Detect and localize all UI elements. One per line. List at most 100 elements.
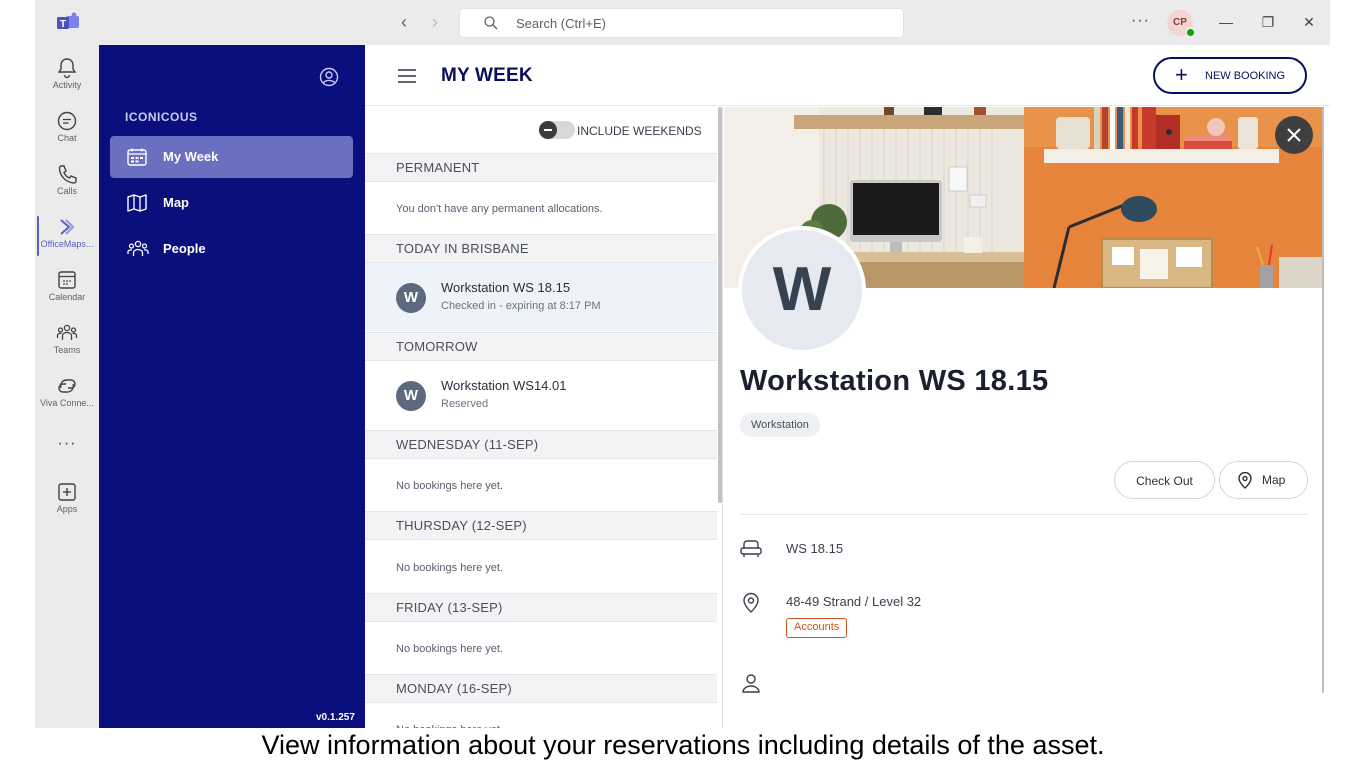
appbar-chat[interactable]: Chat: [35, 104, 99, 154]
phone-icon: [58, 165, 77, 184]
section-header-tomorrow: TOMORROW: [365, 332, 717, 361]
booking-name: Workstation WS 18.15: [441, 280, 571, 295]
viva-icon: [58, 379, 76, 393]
bell-icon: [57, 58, 77, 79]
list-scrollbar[interactable]: [718, 107, 722, 503]
booking-status: Reserved: [441, 398, 489, 410]
page-title: MY WEEK: [441, 65, 533, 86]
section-header-today: TODAY IN BRISBANE: [365, 234, 717, 263]
teams-app-bar: Activity Chat Calls OfficeMaps... Calend…: [35, 45, 99, 728]
section-header-monday: MONDAY (16-SEP): [365, 674, 717, 703]
officemaps-icon: [60, 219, 75, 235]
user-avatar[interactable]: CP: [1167, 10, 1196, 38]
map-button[interactable]: Map: [1219, 461, 1308, 499]
apps-plus-icon: [58, 483, 76, 501]
department-tag: Accounts: [786, 618, 848, 638]
teams-window: T ‹ › ··· CP — ❐ ✕ Activity Chat Calls: [35, 0, 1330, 728]
teams-logo-icon[interactable]: T: [57, 12, 79, 32]
appbar-label: Calendar: [48, 292, 86, 302]
account-icon[interactable]: [319, 67, 339, 87]
sidebar-item-label: Map: [163, 195, 189, 210]
check-out-button[interactable]: Check Out: [1114, 461, 1215, 499]
appbar-teams[interactable]: Teams: [35, 316, 99, 366]
booking-avatar: W: [396, 381, 426, 411]
section-header-wednesday: WEDNESDAY (11-SEP): [365, 430, 717, 459]
appbar-label: Activity: [52, 80, 82, 90]
appbar-label: Chat: [57, 133, 77, 143]
minimize-button[interactable]: —: [1215, 11, 1237, 33]
asset-id: WS 18.15: [786, 541, 844, 556]
appbar-calendar[interactable]: Calendar: [35, 263, 99, 313]
check-out-label: Check Out: [1136, 474, 1193, 488]
booking-name: Workstation WS14.01: [441, 378, 567, 393]
detail-scrollbar[interactable]: [1322, 107, 1324, 693]
more-options-icon[interactable]: ···: [1131, 12, 1150, 30]
sidebar-item-map[interactable]: Map: [110, 182, 353, 224]
sidebar-item-people[interactable]: People: [110, 228, 353, 270]
appbar-officemaps[interactable]: OfficeMaps...: [35, 210, 99, 260]
calendar-week-icon: [127, 148, 147, 166]
search-input[interactable]: [516, 9, 886, 37]
organization-name: ICONICOUS: [125, 110, 198, 124]
search-icon: [484, 16, 498, 30]
main-panel: MY WEEK + NEW BOOKING INCLUDE WEEKENDS P…: [365, 45, 1330, 728]
asset-detail-panel: W Workstation WS 18.15 Workstation Check…: [724, 107, 1324, 728]
appbar-apps[interactable]: Apps: [35, 475, 99, 525]
search-box[interactable]: [459, 8, 904, 38]
appbar-label: Apps: [56, 504, 78, 514]
map-icon: [127, 194, 147, 212]
appbar-label: Calls: [56, 186, 77, 196]
location-pin-icon: [1238, 472, 1252, 489]
back-arrow-icon[interactable]: ‹: [401, 12, 407, 32]
sidebar-item-label: My Week: [163, 149, 219, 164]
booking-avatar: W: [396, 283, 426, 313]
no-bookings-text: No bookings here yet.: [396, 724, 503, 728]
sidebar-item-label: People: [163, 241, 206, 256]
more-apps-icon[interactable]: ···: [35, 435, 99, 453]
hamburger-menu-icon[interactable]: [398, 69, 416, 83]
people-icon: [127, 240, 149, 256]
maximize-button[interactable]: ❐: [1257, 11, 1279, 33]
asset-avatar: W: [738, 226, 866, 354]
sidebar-item-my-week[interactable]: My Week: [110, 136, 353, 178]
include-weekends-label: INCLUDE WEEKENDS: [577, 124, 702, 138]
asset-location: 48-49 Strand / Level 32: [786, 594, 922, 609]
section-header-thursday: THURSDAY (12-SEP): [365, 511, 717, 540]
appbar-activity[interactable]: Activity: [35, 51, 99, 101]
svg-text:T: T: [60, 19, 66, 30]
include-weekends-toggle[interactable]: [539, 121, 575, 139]
booking-status: Checked in - expiring at 8:17 PM: [441, 300, 601, 312]
section-header-permanent: PERMANENT: [365, 153, 717, 182]
section-header-friday: FRIDAY (13-SEP): [365, 593, 717, 622]
new-booking-button[interactable]: + NEW BOOKING: [1153, 57, 1307, 94]
asset-type-chip: Workstation: [740, 413, 820, 437]
no-bookings-text: No bookings here yet.: [396, 643, 504, 655]
appbar-label: OfficeMaps...: [40, 239, 94, 249]
person-icon: [742, 674, 760, 693]
close-window-button[interactable]: ✕: [1298, 11, 1320, 33]
detail-divider: [740, 514, 1308, 515]
toggle-knob: [539, 121, 557, 139]
no-bookings-text: No bookings here yet.: [396, 562, 504, 574]
booking-item[interactable]: W Workstation WS14.01 Reserved: [365, 361, 717, 429]
new-booking-label: NEW BOOKING: [1205, 70, 1286, 82]
armchair-icon: [740, 540, 762, 557]
caption-text: View information about your reservations…: [261, 730, 1105, 760]
page-header: MY WEEK + NEW BOOKING: [365, 45, 1330, 106]
asset-title: Workstation WS 18.15: [740, 365, 1049, 397]
booking-item[interactable]: W Workstation WS 18.15 Checked in - expi…: [365, 263, 717, 331]
forward-arrow-icon[interactable]: ›: [432, 12, 438, 32]
presence-available-icon: [1185, 27, 1196, 38]
chat-icon: [57, 111, 77, 131]
app-version: v0.1.257: [316, 712, 355, 723]
include-weekends-row: INCLUDE WEEKENDS: [365, 107, 717, 153]
map-button-label: Map: [1262, 473, 1286, 487]
appbar-viva-connections[interactable]: Viva Conne...: [35, 369, 99, 419]
appbar-label: Teams: [53, 345, 81, 355]
close-detail-button[interactable]: [1275, 116, 1313, 154]
title-bar: T ‹ › ··· CP — ❐ ✕: [35, 0, 1330, 45]
calendar-icon: [58, 271, 76, 289]
appbar-calls[interactable]: Calls: [35, 157, 99, 207]
plus-icon: +: [1175, 62, 1188, 87]
user-initials: CP: [1173, 17, 1187, 28]
